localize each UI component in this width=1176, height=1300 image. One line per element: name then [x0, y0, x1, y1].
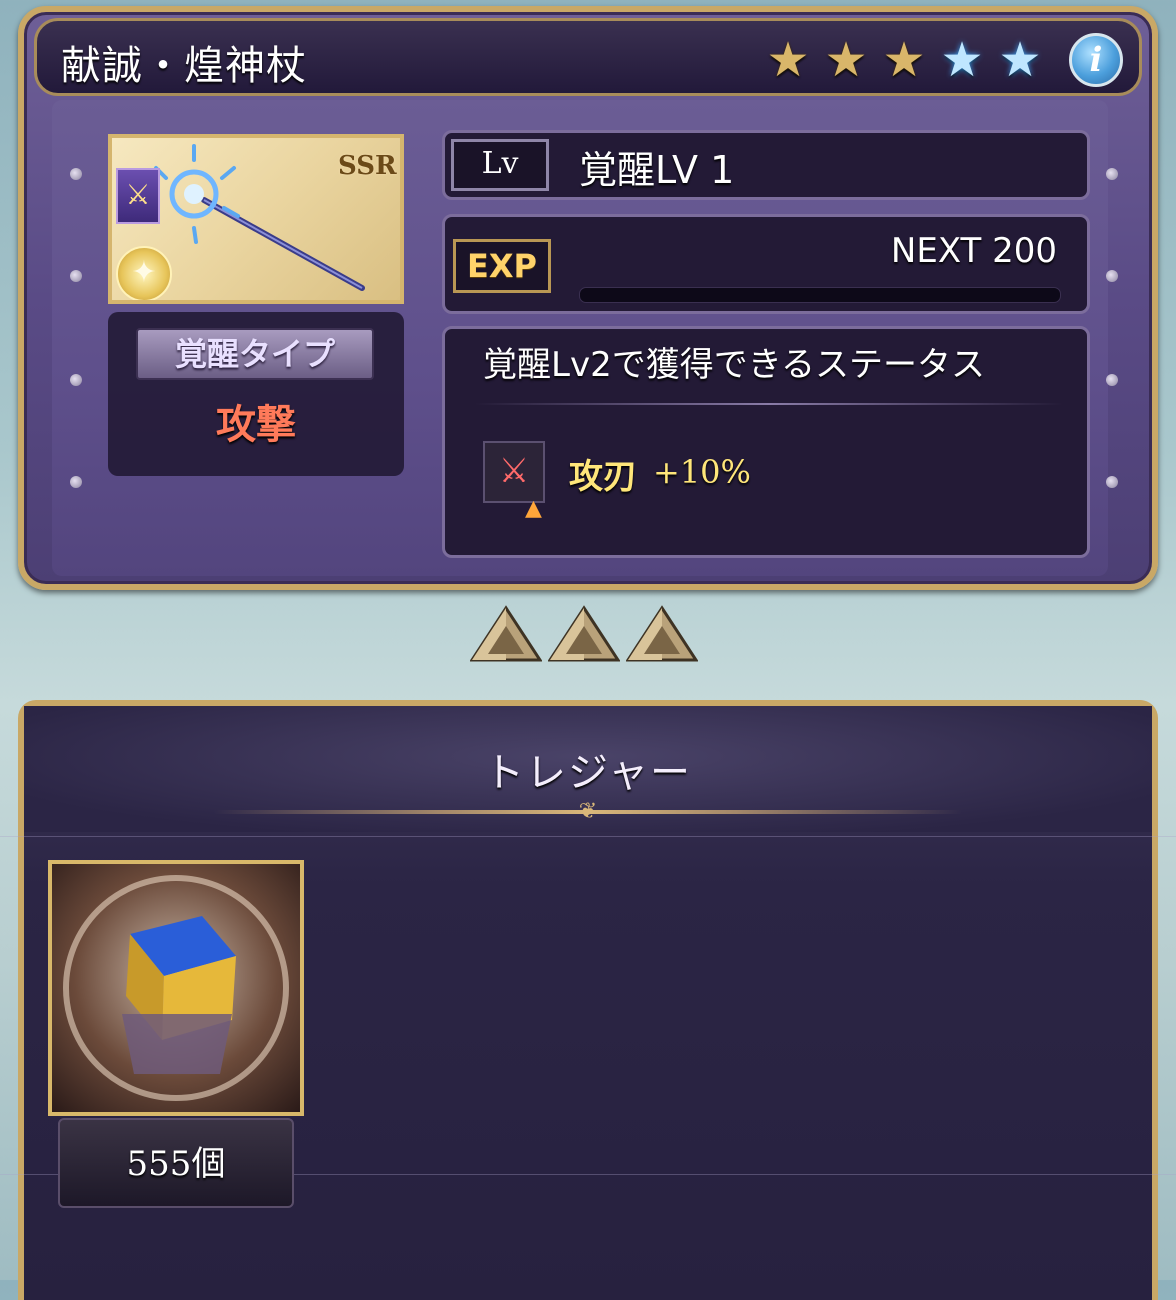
weapon-image[interactable]: ⚔ ✦ SSR — [108, 134, 404, 304]
light-element-icon: ✦ — [116, 246, 172, 300]
gold-star-icon: ★ — [766, 32, 810, 88]
treasure-count-box: 555個 — [58, 1118, 294, 1208]
exp-tag: EXP — [453, 239, 551, 293]
rivet — [70, 270, 82, 282]
level-box: Lv 覚醒LV 1 — [442, 130, 1090, 200]
rarity-badge: SSR — [338, 151, 397, 181]
pyramid-arrow-icon — [548, 605, 620, 662]
rivet — [1106, 168, 1118, 180]
weapon-name: 献誠・煌神杖 — [61, 43, 307, 89]
title-bar: 献誠・煌神杖 ★ ★ ★ ★ ★ i — [34, 18, 1142, 96]
transition-arrows — [470, 604, 698, 666]
divider — [475, 403, 1063, 405]
blue-star-icon: ★ — [940, 32, 984, 88]
pyramid-arrow-icon — [626, 605, 698, 662]
rivet — [70, 374, 82, 386]
gold-star-icon: ★ — [824, 32, 868, 88]
attack-up-icon: ⚔ ▲ — [483, 441, 545, 521]
next-status-heading: 覚醒Lv2で獲得できるステータス — [483, 345, 986, 385]
cube-treasure-icon — [63, 875, 289, 1101]
up-arrow-icon: ▲ — [525, 496, 542, 521]
pyramid-arrow-icon — [470, 605, 542, 662]
awaken-level-text: 覚醒LV 1 — [579, 148, 735, 192]
exp-box: EXP NEXT 200 — [442, 214, 1090, 314]
treasure-header: トレジャー ❦ — [24, 706, 1152, 832]
rivet — [1106, 270, 1118, 282]
awaken-type-label: 覚醒タイプ — [136, 328, 374, 380]
rarity-stars: ★ ★ ★ ★ ★ — [761, 32, 1047, 88]
awaken-type-value: 攻撃 — [216, 402, 296, 448]
next-exp-text: NEXT 200 — [890, 231, 1057, 271]
weapon-type-icon: ⚔ — [116, 168, 160, 224]
blue-star-icon: ★ — [998, 32, 1042, 88]
treasure-title: トレジャー — [484, 750, 692, 796]
rivet — [1106, 476, 1118, 488]
rivet — [70, 168, 82, 180]
treasure-item-image[interactable] — [48, 860, 304, 1116]
rivet — [70, 476, 82, 488]
gold-star-icon: ★ — [882, 32, 926, 88]
rivet — [1106, 374, 1118, 386]
treasure-count: 555個 — [126, 1144, 226, 1184]
lv-tag: Lv — [451, 139, 549, 191]
exp-progress-bar — [579, 287, 1061, 303]
info-icon[interactable]: i — [1069, 33, 1123, 87]
weapon-panel: 献誠・煌神杖 ★ ★ ★ ★ ★ i ⚔ ✦ SSR 覚醒タイプ 攻撃 Lv 覚… — [18, 6, 1158, 590]
skill-name: 攻刃 — [569, 457, 637, 497]
awaken-type-box: 覚醒タイプ 攻撃 — [108, 312, 404, 476]
divider — [0, 836, 1176, 837]
ornament-icon: ❦ — [578, 799, 598, 824]
skill-value: +10% — [653, 453, 751, 491]
next-status-box: 覚醒Lv2で獲得できるステータス ⚔ ▲ 攻刃 +10% — [442, 326, 1090, 558]
